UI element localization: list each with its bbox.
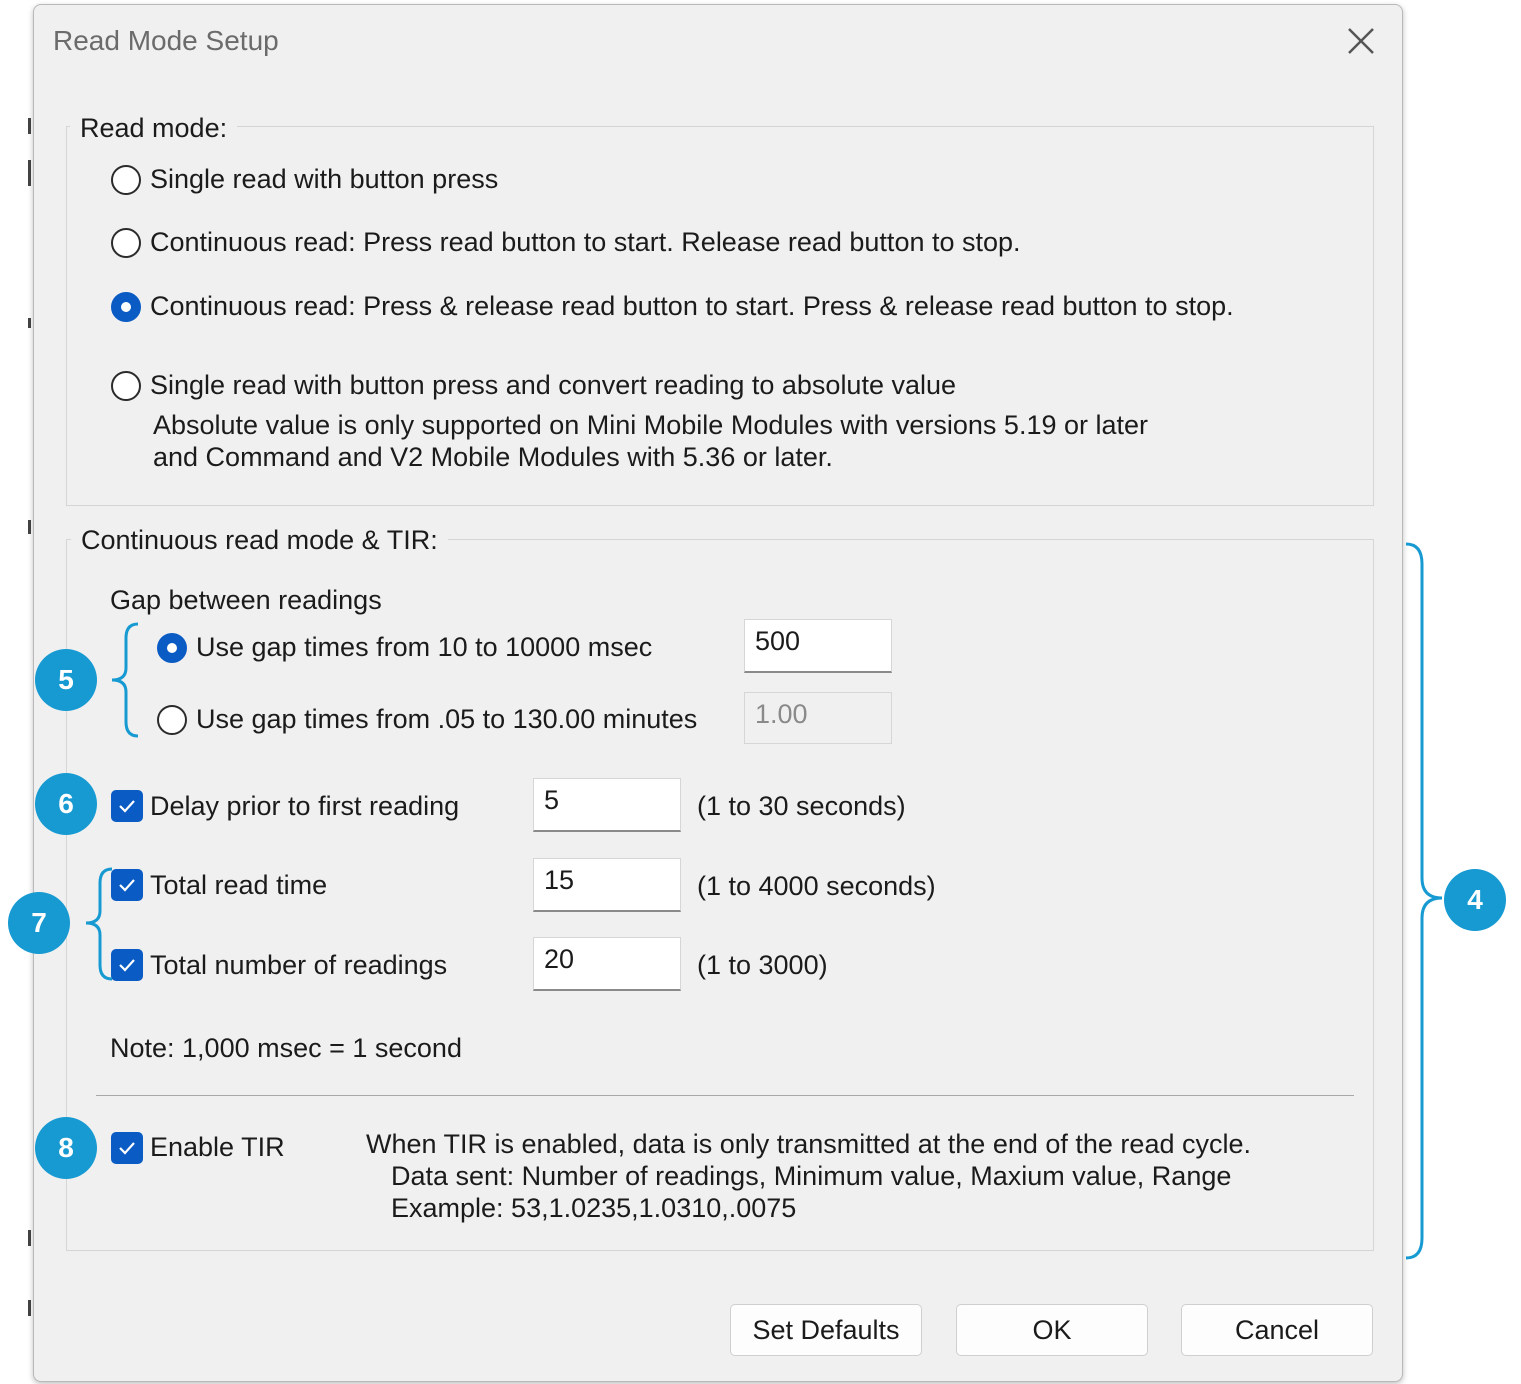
separator — [96, 1095, 1354, 1096]
absolute-note-line2: and Command and V2 Mobile Modules with 5… — [153, 442, 833, 472]
background-tick — [28, 118, 31, 134]
radio-continuous-hold[interactable] — [111, 228, 141, 258]
delay-checkbox[interactable] — [111, 790, 143, 822]
radio-gap-minutes-label[interactable]: Use gap times from .05 to 130.00 minutes — [196, 704, 697, 735]
radio-gap-msec-label[interactable]: Use gap times from 10 to 10000 msec — [196, 632, 652, 663]
total-time-range: (1 to 4000 seconds) — [697, 871, 936, 901]
background-window-edge — [0, 0, 32, 1384]
background-tick — [28, 318, 31, 328]
background-tick — [28, 160, 31, 186]
radio-continuous-toggle[interactable] — [111, 292, 141, 322]
enable-tir-label[interactable]: Enable TIR — [150, 1132, 285, 1163]
total-readings-input[interactable]: 20 — [533, 937, 681, 991]
callout-5-bracket — [111, 622, 139, 738]
absolute-note-line1: Absolute value is only supported on Mini… — [153, 410, 1149, 440]
total-time-input[interactable]: 15 — [533, 858, 681, 912]
radio-single-read-label[interactable]: Single read with button press — [150, 164, 498, 195]
radio-continuous-hold-label[interactable]: Continuous read: Press read button to st… — [150, 227, 1021, 258]
tir-description-line1: When TIR is enabled, data is only transm… — [366, 1129, 1251, 1159]
ok-button[interactable]: OK — [956, 1304, 1148, 1356]
background-tick — [28, 1230, 31, 1246]
radio-gap-minutes[interactable] — [157, 705, 187, 735]
cancel-button[interactable]: Cancel — [1181, 1304, 1373, 1356]
gap-minutes-input[interactable]: 1.00 — [744, 692, 892, 744]
background-tick — [28, 520, 31, 534]
callout-badge-7: 7 — [8, 892, 70, 954]
read-mode-setup-dialog: Read Mode Setup Read mode: Single read w… — [33, 4, 1403, 1382]
checkmark-icon — [119, 879, 135, 892]
radio-single-read[interactable] — [111, 165, 141, 195]
tir-description-line3: Example: 53,1.0235,1.0310,.0075 — [391, 1193, 797, 1223]
title-bar: Read Mode Setup — [34, 5, 1402, 79]
delay-range: (1 to 30 seconds) — [697, 791, 906, 821]
checkmark-icon — [119, 959, 135, 972]
background-tick — [28, 1300, 31, 1316]
radio-single-absolute[interactable] — [111, 371, 141, 401]
continuous-read-group-label: Continuous read mode & TIR: — [71, 525, 448, 556]
delay-label[interactable]: Delay prior to first reading — [150, 791, 459, 822]
callout-badge-5: 5 — [35, 649, 97, 711]
total-readings-range: (1 to 3000) — [697, 950, 828, 980]
set-defaults-button[interactable]: Set Defaults — [730, 1304, 922, 1356]
callout-7-bracket — [85, 867, 113, 981]
close-icon — [1348, 28, 1374, 54]
enable-tir-checkbox[interactable] — [111, 1132, 143, 1164]
close-button[interactable] — [1339, 19, 1383, 63]
delay-input[interactable]: 5 — [533, 778, 681, 832]
window-title: Read Mode Setup — [53, 25, 279, 56]
tir-description-line2: Data sent: Number of readings, Minimum v… — [391, 1161, 1232, 1191]
callout-badge-6: 6 — [35, 773, 97, 835]
checkmark-icon — [119, 800, 135, 813]
gap-heading: Gap between readings — [110, 585, 382, 615]
callout-badge-8: 8 — [35, 1117, 97, 1179]
gap-msec-input[interactable]: 500 — [744, 619, 892, 673]
radio-continuous-toggle-label[interactable]: Continuous read: Press & release read bu… — [150, 291, 1234, 322]
callout-4-bracket — [1405, 542, 1443, 1260]
checkmark-icon — [119, 1142, 135, 1155]
total-readings-label[interactable]: Total number of readings — [150, 950, 447, 981]
total-time-label[interactable]: Total read time — [150, 870, 327, 901]
callout-badge-4: 4 — [1444, 869, 1506, 931]
radio-gap-msec[interactable] — [157, 633, 187, 663]
radio-single-absolute-label[interactable]: Single read with button press and conver… — [150, 370, 956, 401]
msec-note: Note: 1,000 msec = 1 second — [110, 1033, 462, 1063]
read-mode-group-label: Read mode: — [70, 113, 238, 144]
